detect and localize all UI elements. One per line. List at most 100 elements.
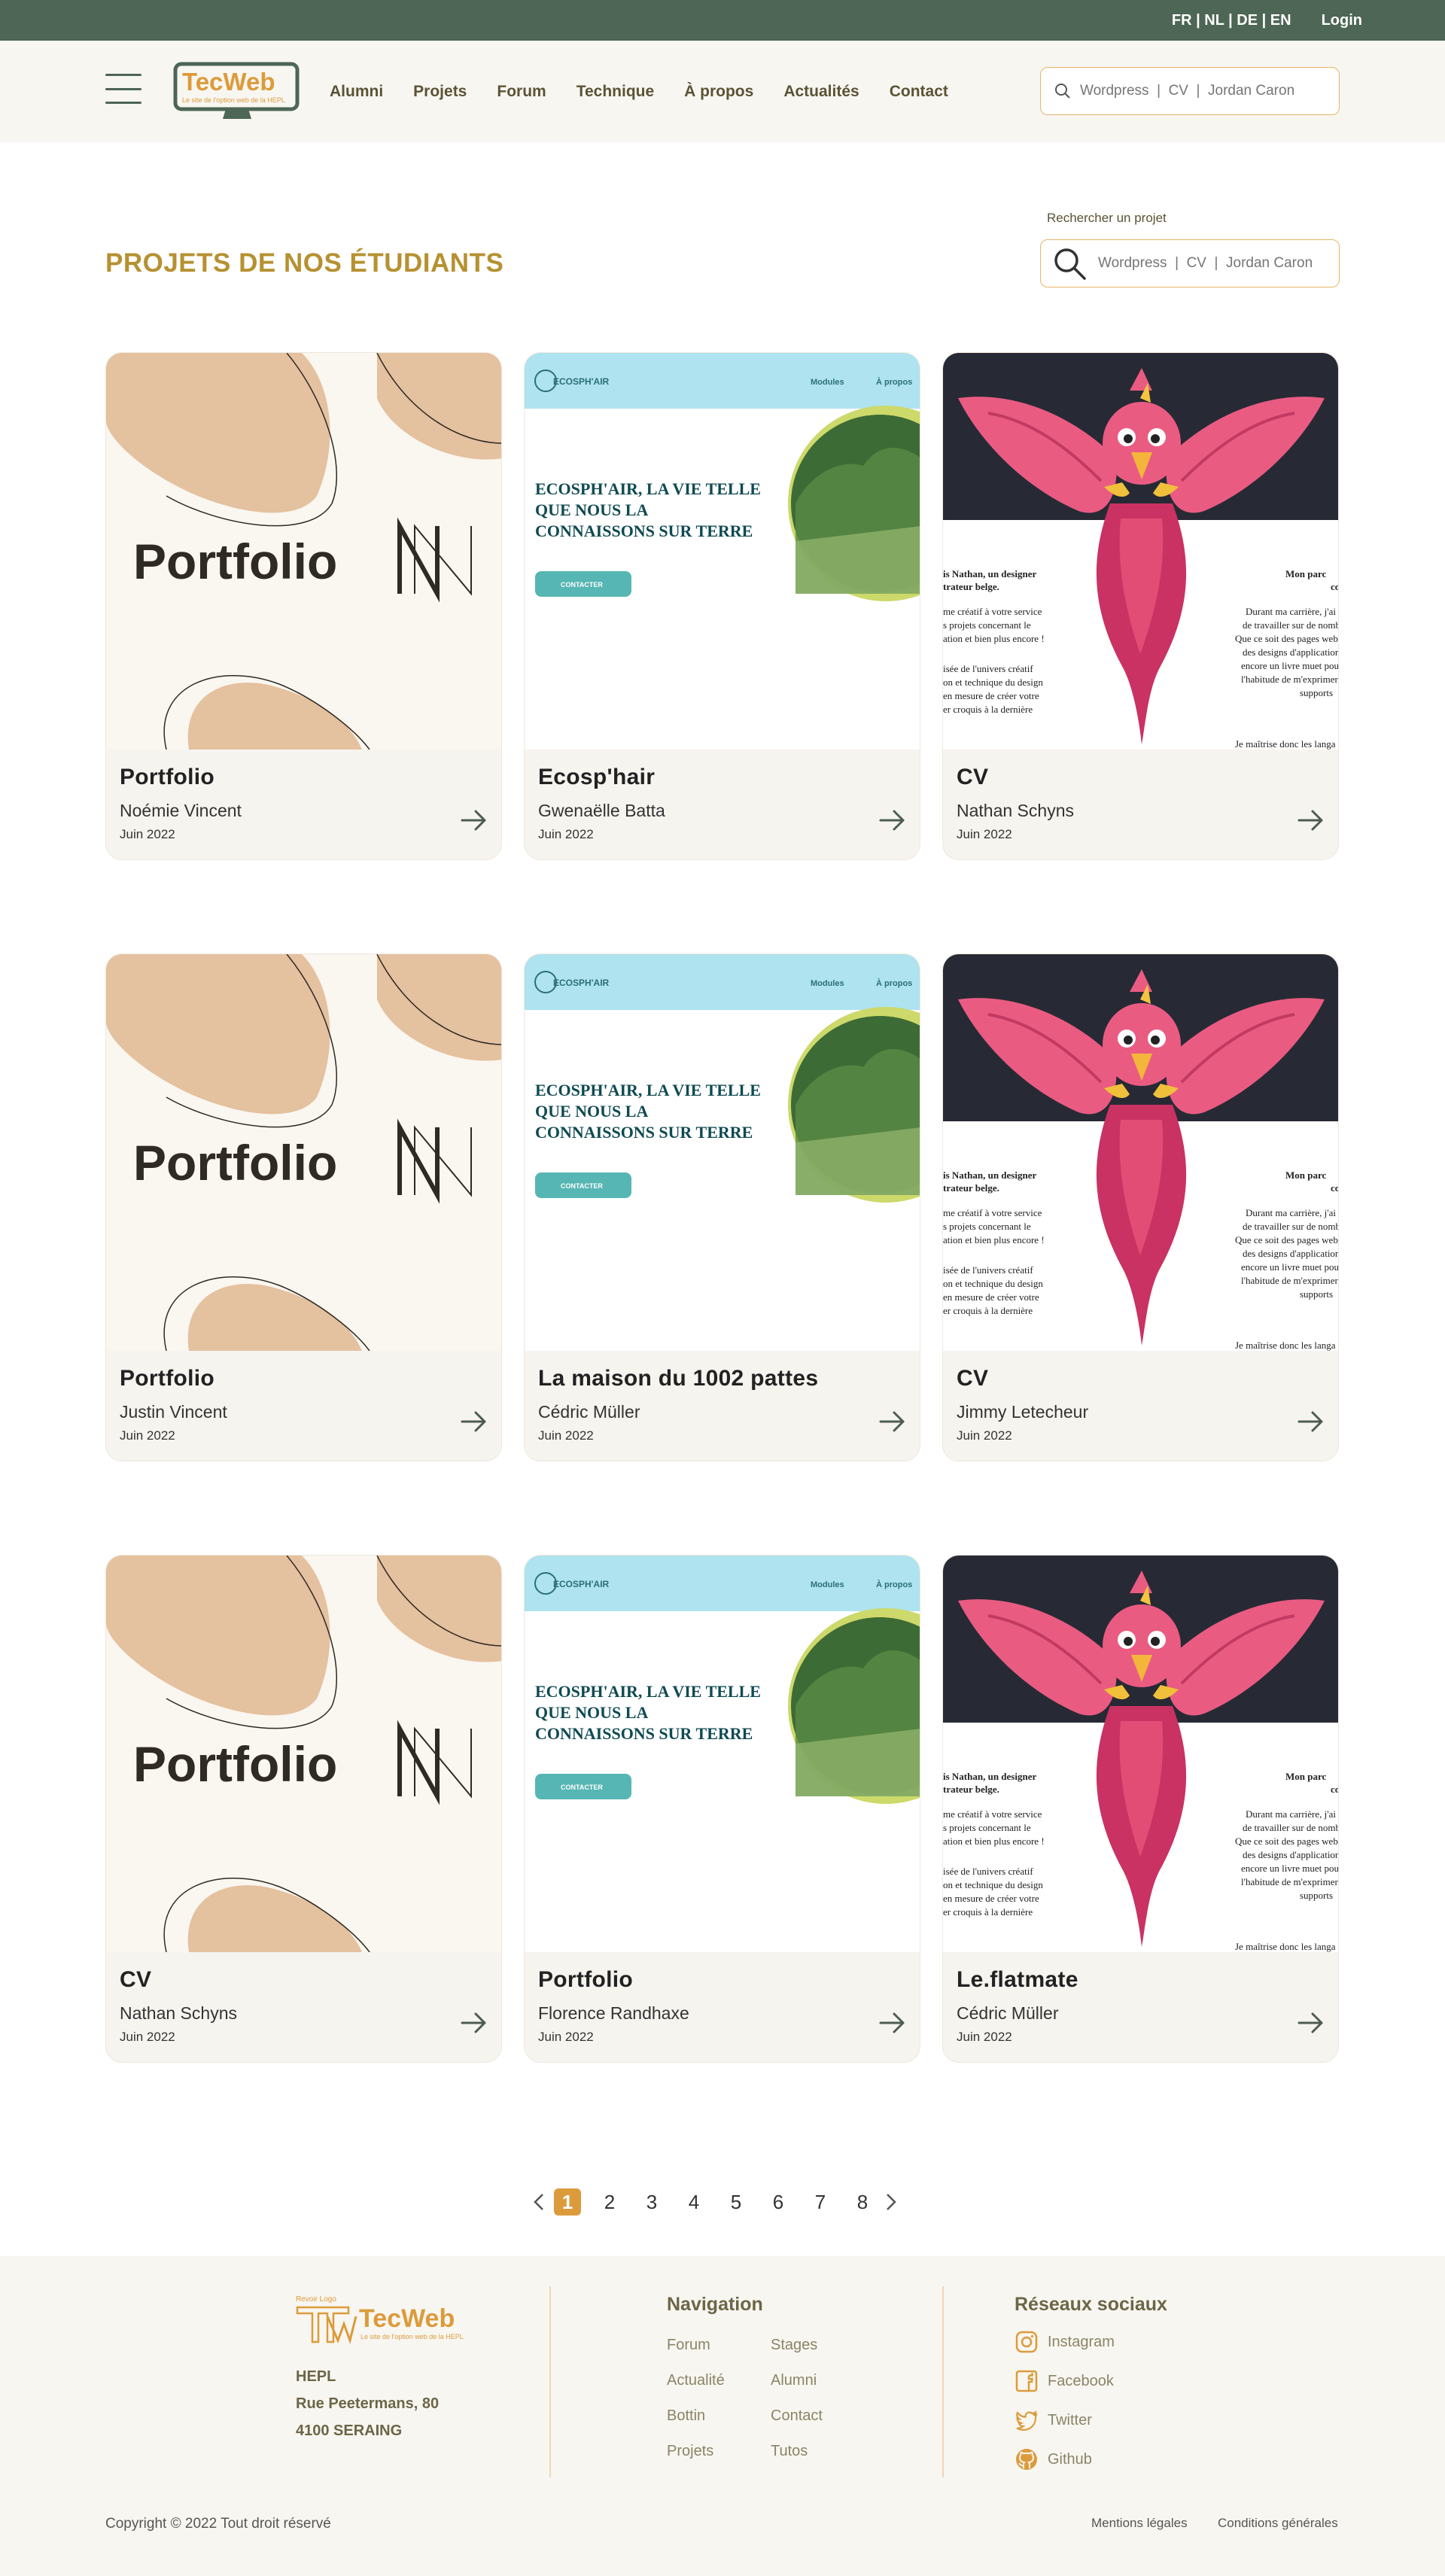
page-link[interactable]: 6 [757, 2191, 799, 2214]
nav-a-propos[interactable]: À propos [684, 83, 753, 101]
cv-text-left: trateur belge. [943, 581, 999, 592]
project-card[interactable]: Portfolio CV Nathan Schyns Juin 2022 [105, 1555, 502, 2063]
address-line: HEPL [296, 2368, 336, 2385]
footer-link-projets[interactable]: Projets [667, 2443, 771, 2460]
cv-text-left: er croquis à la dernière [943, 1906, 1033, 1918]
eco-headline-3: CONNAISSONS SUR TERRE [535, 522, 753, 540]
project-thumbnail: Portfolio [106, 353, 501, 750]
project-card[interactable]: Portfolio Portfolio Justin Vincent Juin 20… [105, 953, 502, 1461]
social-label: Twitter [1048, 2411, 1092, 2428]
arrow-right-icon[interactable] [1296, 1408, 1326, 1435]
chevron-right-icon[interactable] [884, 2191, 899, 2213]
eco-cta: CONTACTER [561, 581, 603, 588]
cv-text-left: ation et bien plus encore ! [943, 633, 1045, 644]
project-info: Le.flatmate Cédric Müller Juin 2022 [943, 1952, 1338, 2062]
footer-link-alumni[interactable]: Alumni [771, 2372, 861, 2389]
chevron-left-icon[interactable] [531, 2191, 546, 2213]
main-nav: Alumni Projets Forum Technique À propos … [330, 83, 948, 101]
site-logo[interactable]: TecWeb Le site de l'option web de la HEP… [173, 62, 301, 123]
project-card[interactable]: Portfolio Portfolio Noémie Vincent Juin 20… [105, 352, 502, 860]
project-card[interactable]: ECOSPH'AIR Modules À propos ECOSPH'AIR, … [524, 352, 920, 860]
footer-link-actualite[interactable]: Actualité [667, 2372, 771, 2389]
cv-text-right: Que ce soit des pages web [1235, 1835, 1338, 1847]
project-info: Portfolio Justin Vincent Juin 2022 [106, 1351, 501, 1461]
legal-link[interactable]: Mentions légales [1091, 2516, 1188, 2531]
eco-nav-modules: Modules [811, 378, 844, 387]
cv-thumbnail: is Nathan, un designer trateur belge. me… [943, 1556, 1338, 1952]
cv-text-right: Mon parc [1285, 568, 1327, 579]
facebook-icon [1015, 2370, 1038, 2392]
project-date: Juin 2022 [957, 2030, 1012, 2044]
social-twitter[interactable]: Twitter [1015, 2407, 1167, 2433]
arrow-right-icon[interactable] [878, 2009, 908, 2036]
arrow-right-icon[interactable] [878, 807, 908, 834]
page-link[interactable]: 5 [715, 2191, 757, 2214]
footer-nav-heading: Navigation [667, 2294, 763, 2315]
eco-headline-3: CONNAISSONS SUR TERRE [535, 1123, 753, 1142]
social-facebook[interactable]: Facebook [1015, 2368, 1167, 2394]
nav-forum[interactable]: Forum [497, 83, 546, 101]
footer-logo[interactable]: Revoir Logo TecWeb Le site de l'option w… [296, 2294, 476, 2346]
page-current[interactable]: 1 [554, 2188, 581, 2216]
project-author: Gwenaëlle Batta [538, 801, 665, 820]
arrow-right-icon[interactable] [459, 807, 489, 834]
ecosphair-thumbnail: ECOSPH'AIR Modules À propos ECOSPH'AIR, … [525, 1556, 920, 1952]
menu-icon[interactable] [105, 74, 141, 104]
social-label: Github [1048, 2450, 1092, 2468]
search-icon [1055, 84, 1070, 99]
arrow-right-icon[interactable] [459, 1408, 489, 1435]
page-title: PROJETS DE NOS ÉTUDIANTS [105, 248, 504, 278]
login-link[interactable]: Login [1322, 12, 1362, 29]
project-date: Juin 2022 [538, 1428, 594, 1443]
cv-text-right: supports [1300, 687, 1333, 698]
arrow-right-icon[interactable] [878, 1408, 908, 1435]
eco-headline-3: CONNAISSONS SUR TERRE [535, 1724, 753, 1743]
page-link[interactable]: 2 [589, 2191, 631, 2214]
footer-link-contact[interactable]: Contact [771, 2407, 861, 2425]
header-search-input[interactable] [1080, 83, 1306, 99]
cv-text-right: Durant ma carrière, j'ai [1246, 606, 1336, 617]
cv-text-right: supports [1300, 1288, 1333, 1300]
cv-text-left: isée de l'univers créatif [943, 1866, 1033, 1877]
cv-text-right: co [1331, 1784, 1338, 1795]
cv-text-left: s projets concernant le [943, 1822, 1031, 1833]
terms-link[interactable]: Conditions générales [1218, 2516, 1338, 2531]
cv-text-left: me créatif à votre service [943, 1207, 1042, 1218]
nav-actualites[interactable]: Actualités [783, 83, 859, 101]
project-card[interactable]: is Nathan, un designer trateur belge. me… [942, 352, 1339, 860]
footer-link-forum[interactable]: Forum [667, 2337, 771, 2354]
project-date: Juin 2022 [538, 827, 594, 841]
cv-text-left: on et technique du design [943, 1879, 1043, 1890]
cv-text-right: encore un livre muet pour [1241, 660, 1338, 671]
arrow-right-icon[interactable] [1296, 807, 1326, 834]
arrow-right-icon[interactable] [1296, 2009, 1326, 2036]
nav-projets[interactable]: Projets [413, 83, 467, 101]
social-github[interactable]: Github [1015, 2447, 1167, 2472]
page-link[interactable]: 8 [841, 2191, 884, 2214]
nav-technique[interactable]: Technique [576, 83, 654, 101]
project-card[interactable]: is Nathan, un designer trateur belge. me… [942, 953, 1339, 1461]
language-switcher[interactable]: FR | NL | DE | EN [1172, 12, 1291, 29]
social-instagram[interactable]: Instagram [1015, 2329, 1167, 2355]
project-title: Portfolio [120, 1366, 215, 1391]
page-link[interactable]: 7 [799, 2191, 841, 2214]
footer-social: Réseaux sociaux Instagram Facebook Twitt… [1015, 2294, 1167, 2472]
footer-link-bottin[interactable]: Bottin [667, 2407, 771, 2425]
cv-text-left: en mesure de créer votre [943, 1291, 1039, 1303]
nav-alumni[interactable]: Alumni [330, 83, 383, 101]
cv-text-left: s projets concernant le [943, 619, 1031, 631]
cv-text-right: de travailler sur de nomb [1243, 1221, 1338, 1232]
footer-link-tutos[interactable]: Tutos [771, 2443, 861, 2460]
project-thumbnail: is Nathan, un designer trateur belge. me… [943, 353, 1338, 750]
project-card[interactable]: is Nathan, un designer trateur belge. me… [942, 1555, 1339, 2063]
project-card[interactable]: ECOSPH'AIR Modules À propos ECOSPH'AIR, … [524, 1555, 920, 2063]
project-search-input[interactable] [1098, 255, 1324, 272]
arrow-right-icon[interactable] [459, 2009, 489, 2036]
page-link[interactable]: 3 [631, 2191, 673, 2214]
footer-link-stages[interactable]: Stages [771, 2337, 861, 2354]
project-card[interactable]: ECOSPH'AIR Modules À propos ECOSPH'AIR, … [524, 953, 920, 1461]
nav-contact[interactable]: Contact [890, 83, 948, 101]
page-link[interactable]: 4 [673, 2191, 715, 2214]
cv-text-left: en mesure de créer votre [943, 690, 1039, 701]
project-info: CV Jimmy Letecheur Juin 2022 [943, 1351, 1338, 1461]
